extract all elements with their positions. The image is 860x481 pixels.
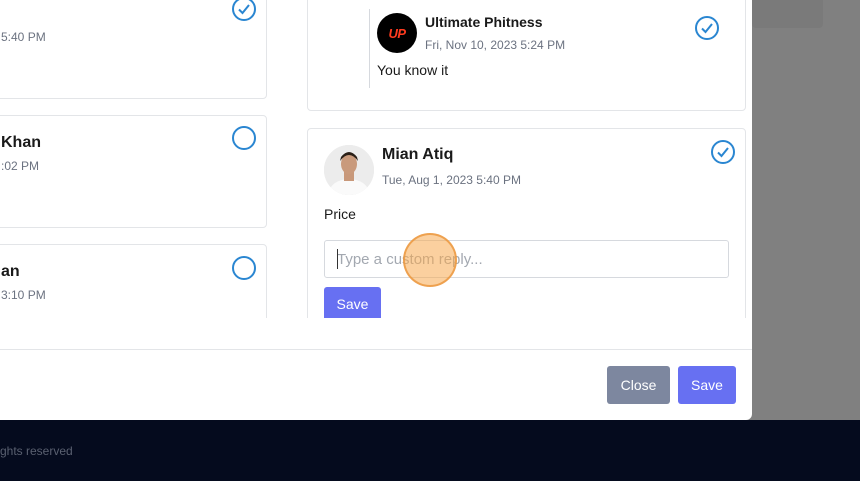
save-button[interactable]: Save [678, 366, 736, 404]
modal-footer-divider [0, 349, 752, 350]
commenter-name: Khan [1, 134, 41, 151]
commenter-name: Mian Atiq [382, 146, 454, 163]
check-circle-icon[interactable] [232, 126, 256, 150]
avatar-logo-text: UP [388, 25, 406, 41]
check-circle-icon[interactable] [232, 256, 256, 280]
modal-dialog: 5:40 PM Khan :02 PM an 3:10 PM UP Ultima… [0, 0, 752, 420]
background-card [752, 0, 823, 28]
left-comment-card-1: 5:40 PM [0, 0, 267, 99]
page-footer [0, 420, 860, 481]
avatar [324, 145, 374, 195]
reply-author-name: Ultimate Phitness [425, 14, 543, 30]
check-circle-icon[interactable] [232, 0, 256, 21]
commenter-name: an [1, 263, 20, 280]
comment-message: Price [324, 206, 356, 222]
close-button[interactable]: Close [607, 366, 670, 404]
left-comment-card-2: Khan :02 PM [0, 115, 267, 228]
save-reply-button[interactable]: Save [324, 287, 381, 318]
reply-date: Fri, Nov 10, 2023 5:24 PM [425, 38, 566, 52]
check-circle-icon[interactable] [711, 140, 735, 164]
modal-body: 5:40 PM Khan :02 PM an 3:10 PM UP Ultima… [0, 0, 752, 318]
reply-message: You know it [377, 62, 449, 78]
reply-thread-line [369, 9, 370, 88]
comment-date: 5:40 PM [1, 30, 46, 44]
comment-card-with-reply: UP Ultimate Phitness Fri, Nov 10, 2023 5… [307, 0, 746, 111]
comment-date: :02 PM [1, 159, 40, 173]
left-comment-card-3: an 3:10 PM [0, 244, 267, 318]
comment-date: 3:10 PM [1, 288, 46, 302]
text-caret [337, 249, 338, 269]
copyright-text: ghts reserved [0, 444, 73, 458]
comment-date: Tue, Aug 1, 2023 5:40 PM [382, 173, 521, 187]
custom-reply-input[interactable] [324, 240, 729, 278]
cursor-highlight [403, 233, 457, 287]
check-circle-icon[interactable] [695, 16, 719, 40]
avatar: UP [377, 13, 417, 53]
